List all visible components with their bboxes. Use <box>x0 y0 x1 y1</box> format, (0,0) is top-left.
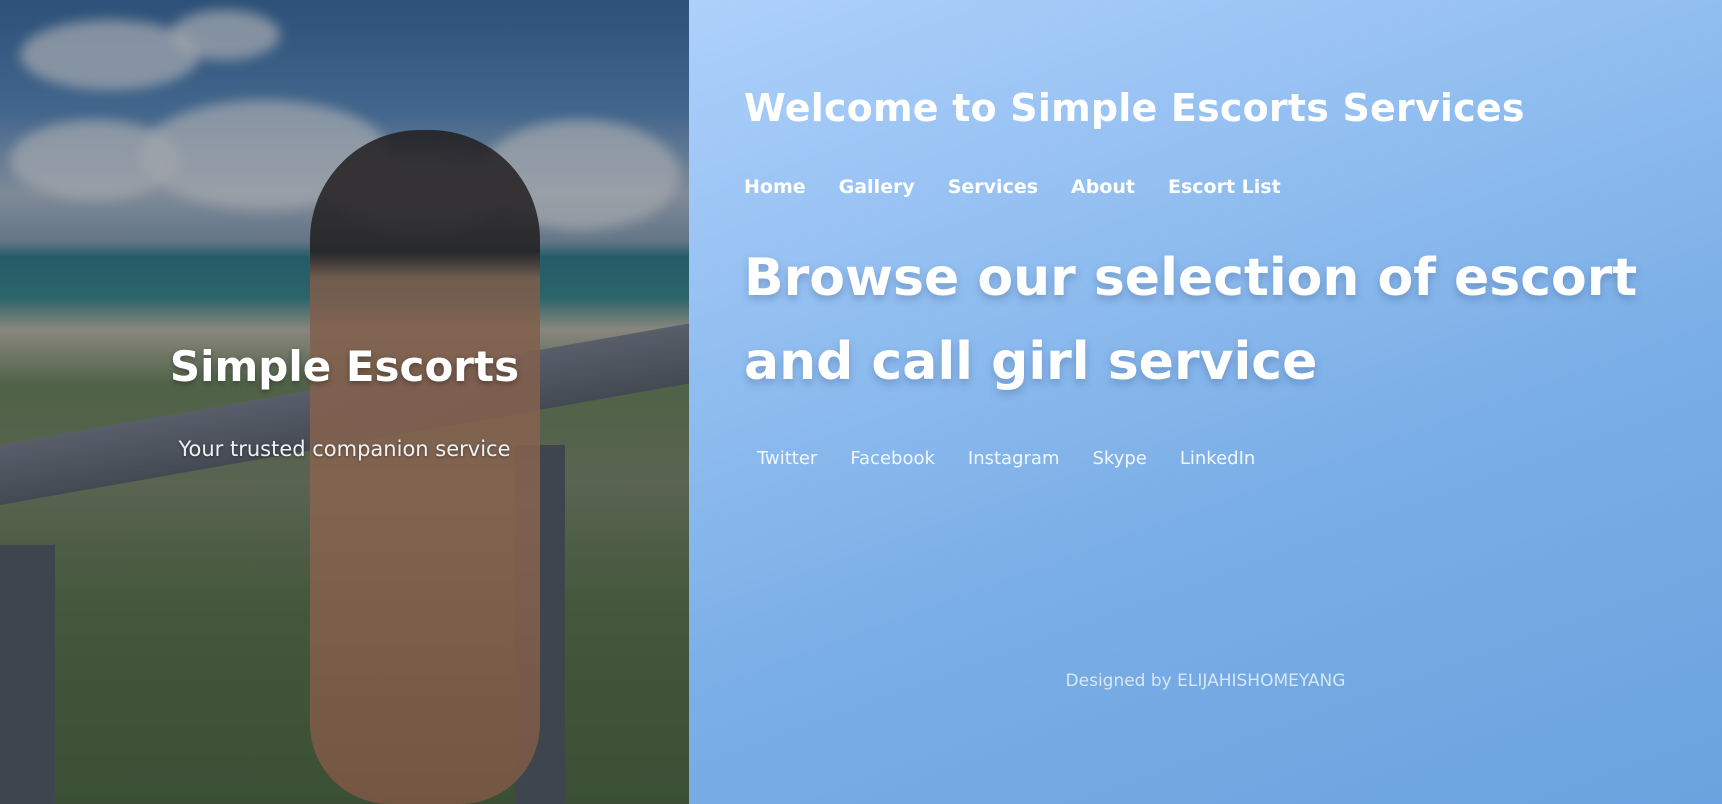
nav-services[interactable]: Services <box>948 176 1038 198</box>
main-headline: Browse our selection of escort and call … <box>744 248 1638 392</box>
nav-gallery[interactable]: Gallery <box>839 176 915 198</box>
hero-overlay <box>0 0 689 804</box>
social-linkedin[interactable]: LinkedIn <box>1180 448 1255 469</box>
social-skype[interactable]: Skype <box>1092 448 1146 469</box>
social-facebook[interactable]: Facebook <box>850 448 935 469</box>
footer-credit: Designed by ELIJAHISHOMEYANG <box>1065 671 1346 691</box>
social-twitter[interactable]: Twitter <box>757 448 817 469</box>
nav-home[interactable]: Home <box>744 176 806 198</box>
page: Simple Escorts Your trusted companion se… <box>0 0 1722 804</box>
social-instagram[interactable]: Instagram <box>968 448 1060 469</box>
nav-escort-list[interactable]: Escort List <box>1168 176 1281 198</box>
welcome-heading: Welcome to Simple Escorts Services <box>744 86 1525 130</box>
main-nav: Home Gallery Services About Escort List <box>744 176 1281 198</box>
hero-panel: Simple Escorts Your trusted companion se… <box>0 0 689 804</box>
hero-subtitle: Your trusted companion service <box>178 437 511 461</box>
nav-about[interactable]: About <box>1071 176 1135 198</box>
hero-title: Simple Escorts <box>169 342 520 391</box>
content-panel: Welcome to Simple Escorts Services Home … <box>689 0 1722 804</box>
social-links: Twitter Facebook Instagram Skype LinkedI… <box>757 448 1255 469</box>
